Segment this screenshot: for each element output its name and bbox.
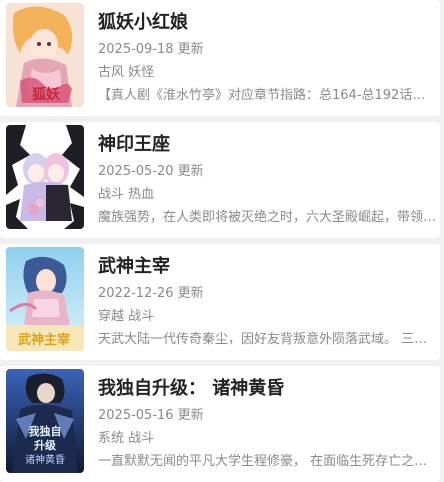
comic-cover-image[interactable]: 武神主宰 — [6, 247, 84, 351]
comic-update-date: 2022-12-26 更新 — [98, 286, 204, 301]
comic-description: 魔族强势，在人类即将被灭绝之时，六大圣殿崛起，带领… — [98, 210, 437, 225]
comic-cover-image[interactable] — [6, 125, 84, 229]
svg-text:诸神黄昏: 诸神黄昏 — [25, 453, 65, 466]
comic-cover-image[interactable]: 我独自 升级 诸神黄昏 — [6, 369, 84, 473]
comic-list: 狐妖 狐妖小红娘 2025-09-18 更新 古风 妖怪 【真人剧《淮水竹亭》对… — [0, 0, 444, 482]
comic-title[interactable]: 狐妖小红娘 — [98, 8, 188, 34]
comic-tags: 穿越 战斗 — [98, 309, 155, 324]
svg-text:升级: 升级 — [34, 438, 57, 452]
svg-text:狐妖: 狐妖 — [32, 86, 61, 103]
comic-update-date: 2025-09-18 更新 — [98, 42, 204, 57]
comic-description: 一直默默无闻的平凡大学生程修豪， 在面临生死存亡之际… — [98, 454, 438, 469]
svg-text:武神主宰: 武神主宰 — [18, 332, 70, 348]
comic-tags: 古风 妖怪 — [98, 65, 155, 80]
comic-cover-image[interactable]: 狐妖 — [6, 3, 84, 107]
comic-description: 天武大陆一代传奇秦尘，因好友背叛意外陨落武域。 三百… — [98, 332, 438, 347]
svg-text:我独自: 我独自 — [29, 424, 62, 438]
comic-description: 【真人剧《淮水竹亭》对应章节指路：总164-总192话】 … — [98, 88, 438, 103]
comic-update-date: 2025-05-16 更新 — [98, 408, 204, 423]
comic-card[interactable]: 我独自 升级 诸神黄昏 我独自升级： 诸神黄昏 2025-05-16 更新 系统… — [0, 366, 440, 482]
comic-update-date: 2025-05-20 更新 — [98, 164, 204, 179]
comic-card[interactable]: 神印王座 2025-05-20 更新 战斗 热血 魔族强势，在人类即将被灭绝之时… — [0, 122, 440, 238]
comic-title[interactable]: 神印王座 — [98, 130, 170, 156]
comic-title[interactable]: 我独自升级： 诸神黄昏 — [98, 374, 284, 400]
comic-tags: 战斗 热血 — [98, 187, 155, 202]
comic-tags: 系统 战斗 — [98, 431, 155, 446]
comic-card[interactable]: 武神主宰 武神主宰 2022-12-26 更新 穿越 战斗 天武大陆一代传奇秦尘… — [0, 244, 440, 360]
comic-title[interactable]: 武神主宰 — [98, 252, 170, 278]
comic-card[interactable]: 狐妖 狐妖小红娘 2025-09-18 更新 古风 妖怪 【真人剧《淮水竹亭》对… — [0, 0, 440, 116]
